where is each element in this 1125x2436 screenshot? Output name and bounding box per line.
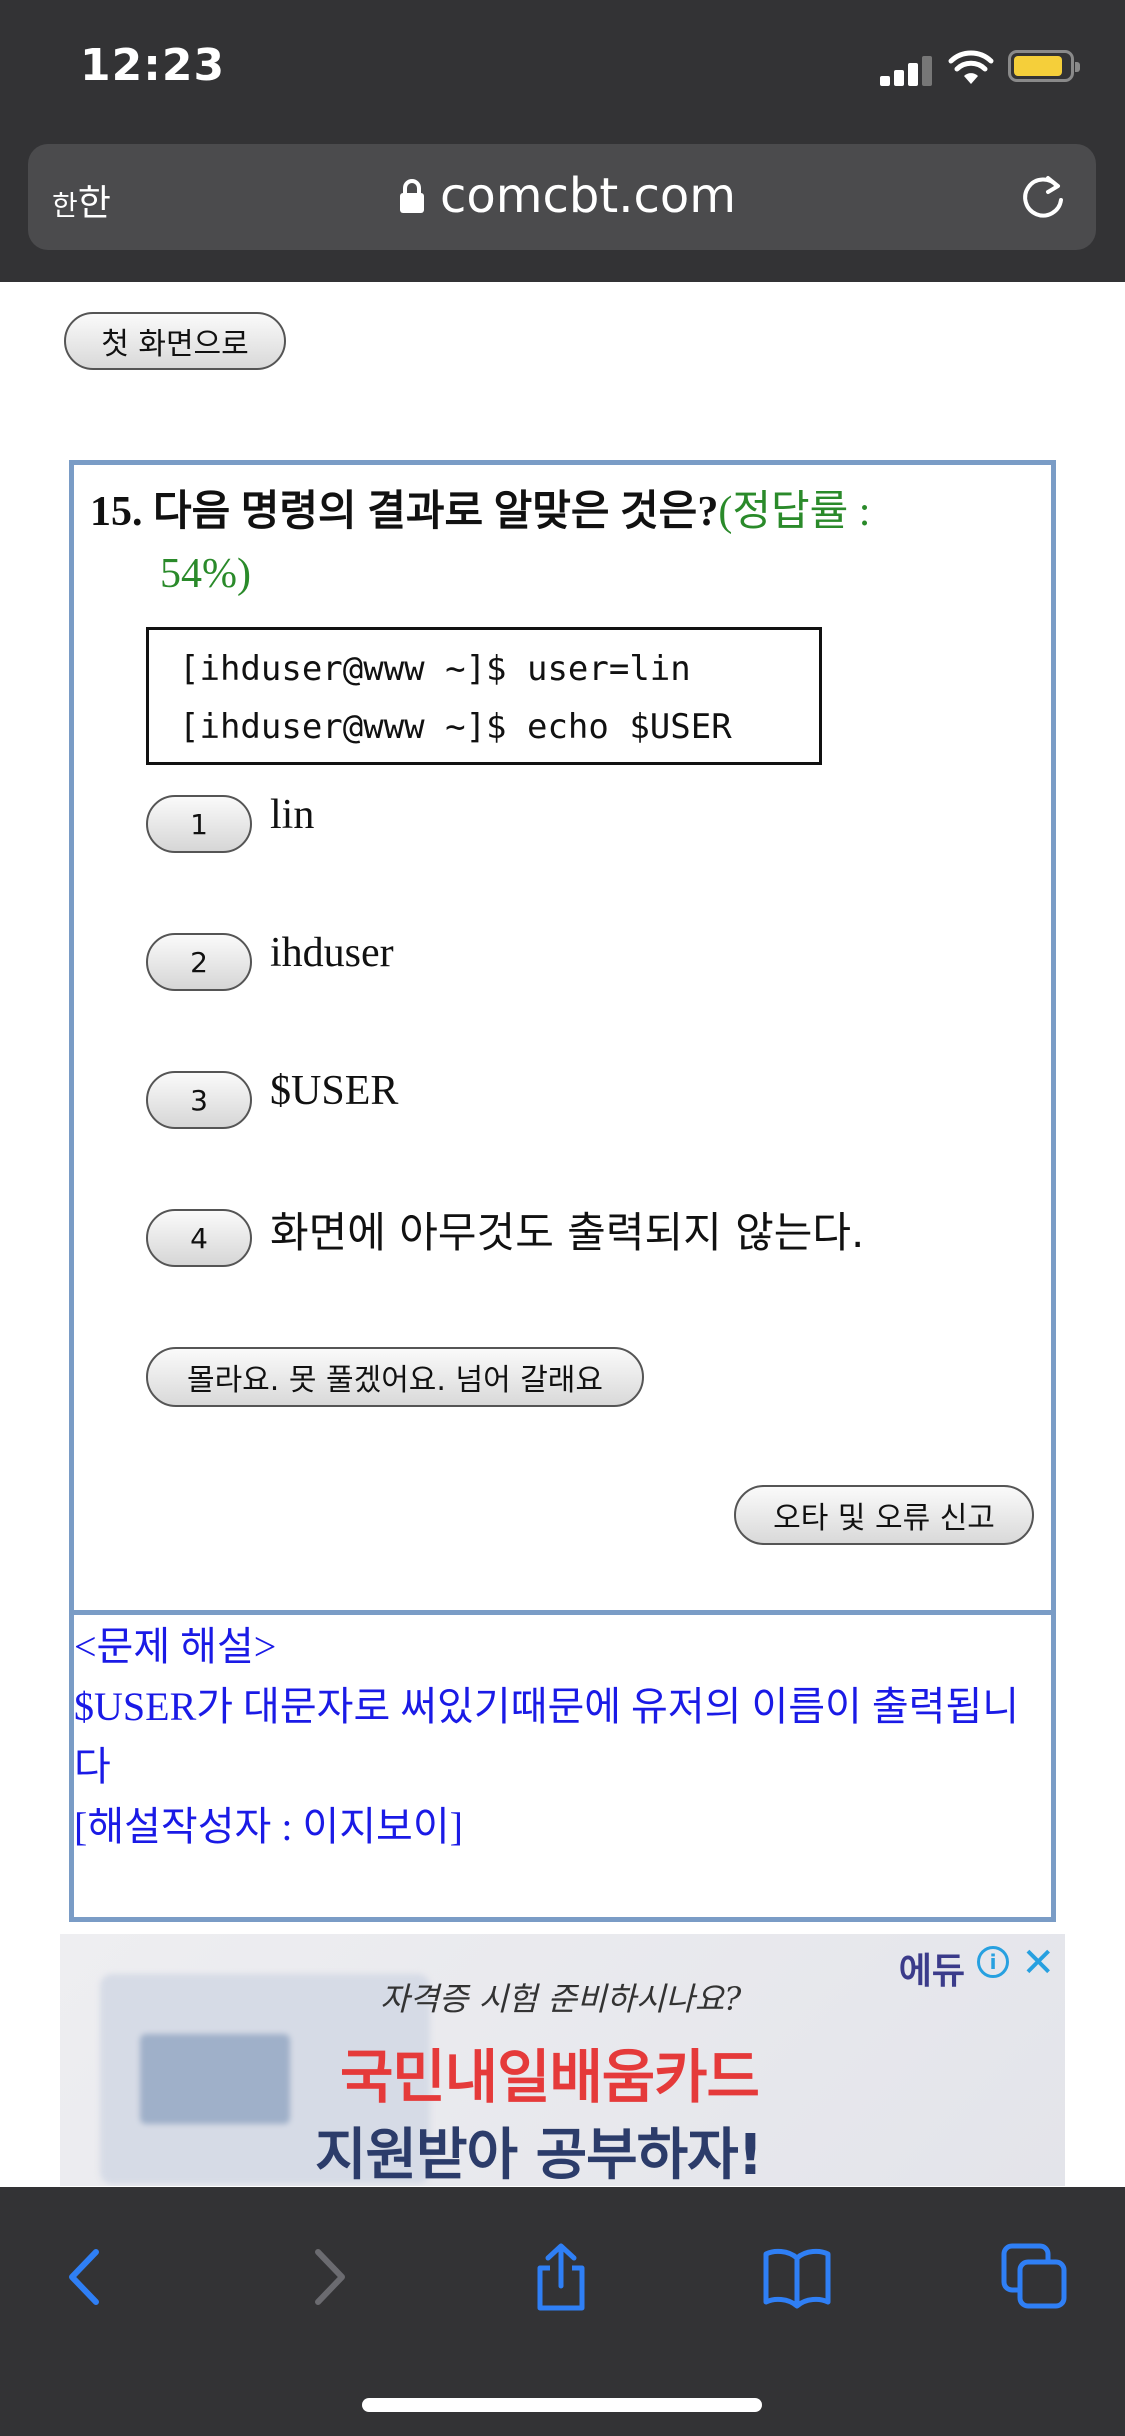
report-error-button[interactable]: 오타 및 오류 신고	[734, 1485, 1034, 1545]
explanation-author: [해설작성자 : 이지보이]	[74, 1804, 463, 1849]
question-title: 15. 다음 명령의 결과로 알맞은 것은?(정답률 : 54%)	[90, 481, 1030, 605]
correct-rate-label: (정답률 :	[718, 489, 871, 535]
ad-brand: 에듀	[898, 1951, 965, 1992]
wifi-icon	[948, 50, 994, 84]
tabs-icon[interactable]	[1000, 2242, 1070, 2312]
reload-icon[interactable]	[1016, 170, 1070, 224]
command-code-box: [ihduser@www ~]$ user=lin [ihduser@www ~…	[146, 627, 822, 765]
ad-line-3: 지원받아 공부하자!	[315, 2123, 763, 2186]
choice-1[interactable]: 1 lin	[146, 792, 314, 853]
home-indicator[interactable]	[362, 2398, 762, 2412]
text-size-large-label: 한	[77, 183, 111, 224]
back-icon[interactable]	[52, 2242, 122, 2312]
choice-1-text: lin	[270, 792, 315, 838]
status-bar: 12:23	[0, 0, 1125, 140]
ad-banner[interactable]: 에듀 i ✕ 자격증 시험 준비하시나요? 국민내일배움카드 지원받아 공부하자…	[60, 1934, 1065, 2186]
status-time: 12:23	[80, 40, 226, 91]
choice-3-text: $USER	[270, 1068, 399, 1114]
skip-question-button[interactable]: 몰라요. 못 풀겠어요. 넘어 갈래요	[146, 1347, 644, 1407]
explanation-header: <문제 해설>	[74, 1624, 277, 1669]
choice-2[interactable]: 2 ihduser	[146, 930, 394, 991]
battery-icon	[1008, 50, 1080, 82]
text-size-small-label: 한	[52, 189, 78, 222]
address-bar[interactable]: 한한 comcbt.com	[28, 144, 1096, 250]
choice-2-text: ihduser	[270, 930, 394, 976]
ad-close-icon[interactable]: ✕	[1021, 1940, 1055, 1986]
section-divider	[74, 1610, 1051, 1615]
url-domain: comcbt.com	[440, 168, 736, 224]
ad-line-1: 자격증 시험 준비하시나요?	[380, 1980, 742, 2018]
explanation-section: <문제 해설> $USER가 대문자로 써있기때문에 유저의 이름이 출력됩니다…	[74, 1617, 1054, 1857]
ad-line-2: 국민내일배움카드	[340, 2043, 760, 2111]
question-box: 15. 다음 명령의 결과로 알맞은 것은?(정답률 : 54%) [ihdus…	[69, 460, 1056, 1922]
choice-3-button[interactable]: 3	[146, 1071, 252, 1129]
correct-rate-value: 54%)	[160, 551, 251, 597]
choice-4-button[interactable]: 4	[146, 1209, 252, 1267]
home-button[interactable]: 첫 화면으로	[64, 312, 286, 370]
code-line: [ihduser@www ~]$ user=lin	[179, 649, 691, 689]
text-size-button[interactable]: 한한	[52, 174, 111, 226]
bookmarks-icon[interactable]	[762, 2242, 832, 2312]
explanation-body: $USER가 대문자로 써있기때문에 유저의 이름이 출력됩니다	[74, 1684, 1020, 1789]
browser-address-area: 한한 comcbt.com	[0, 140, 1125, 282]
url-display[interactable]: comcbt.com	[398, 168, 736, 224]
choice-3[interactable]: 3 $USER	[146, 1068, 398, 1129]
choice-2-button[interactable]: 2	[146, 933, 252, 991]
choice-4[interactable]: 4 화면에 아무것도 출력되지 않는다.	[146, 1208, 864, 1267]
choice-1-button[interactable]: 1	[146, 795, 252, 853]
cellular-signal-icon	[880, 52, 934, 86]
lock-icon	[400, 179, 424, 213]
share-icon[interactable]	[526, 2242, 596, 2312]
ad-info-icon[interactable]: i	[977, 1946, 1009, 1978]
choice-4-text: 화면에 아무것도 출력되지 않는다.	[270, 1207, 865, 1257]
code-line: [ihduser@www ~]$ echo $USER	[179, 707, 732, 747]
forward-icon[interactable]	[292, 2242, 362, 2312]
question-text: 15. 다음 명령의 결과로 알맞은 것은?	[90, 489, 719, 535]
